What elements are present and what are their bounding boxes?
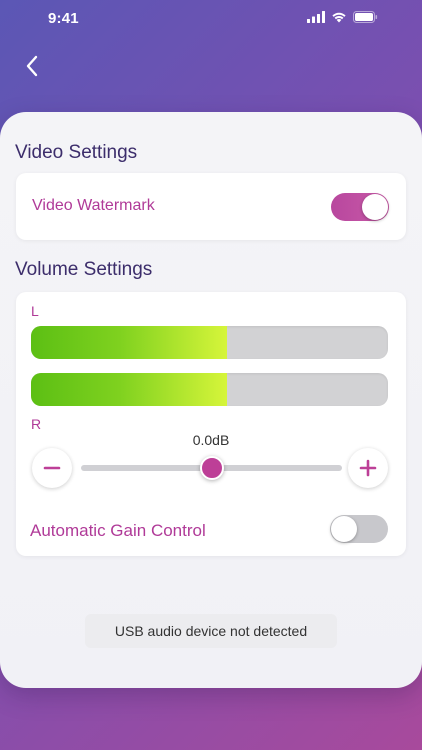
left-level-meter [31,326,388,359]
increase-gain-button[interactable] [348,448,388,488]
usb-status-notice: USB audio device not detected [85,614,337,648]
toggle-knob [362,194,388,220]
cellular-signal-icon [307,11,325,23]
minus-icon [43,466,61,470]
plus-icon [359,459,377,477]
left-channel-label: L [31,303,39,319]
right-channel-label: R [31,416,42,432]
status-bar: 9:41 [0,0,422,36]
right-level-meter [31,373,388,406]
status-icons [307,11,378,23]
settings-sheet: Video Settings Video Watermark Volume Se… [0,112,422,688]
agc-toggle[interactable] [330,515,388,543]
decrease-gain-button[interactable] [32,448,72,488]
volume-settings-card: L R 0.0dB Automatic Gain Control [16,292,406,556]
gain-readout: 0.0dB [192,432,230,448]
video-settings-card: Video Watermark [16,173,406,240]
wifi-icon [332,12,346,23]
chevron-left-icon [26,55,38,77]
video-watermark-label: Video Watermark [32,197,155,214]
toggle-knob [331,516,357,542]
back-button[interactable] [16,50,48,82]
left-level-fill [31,326,228,359]
status-time: 9:41 [48,10,79,27]
video-watermark-toggle[interactable] [331,193,389,221]
gain-slider-thumb[interactable] [199,456,224,480]
right-level-fill [31,373,228,406]
agc-label: Automatic Gain Control [30,521,206,540]
video-settings-title: Video Settings [15,142,138,163]
battery-icon [353,11,378,23]
volume-settings-title: Volume Settings [15,259,153,280]
